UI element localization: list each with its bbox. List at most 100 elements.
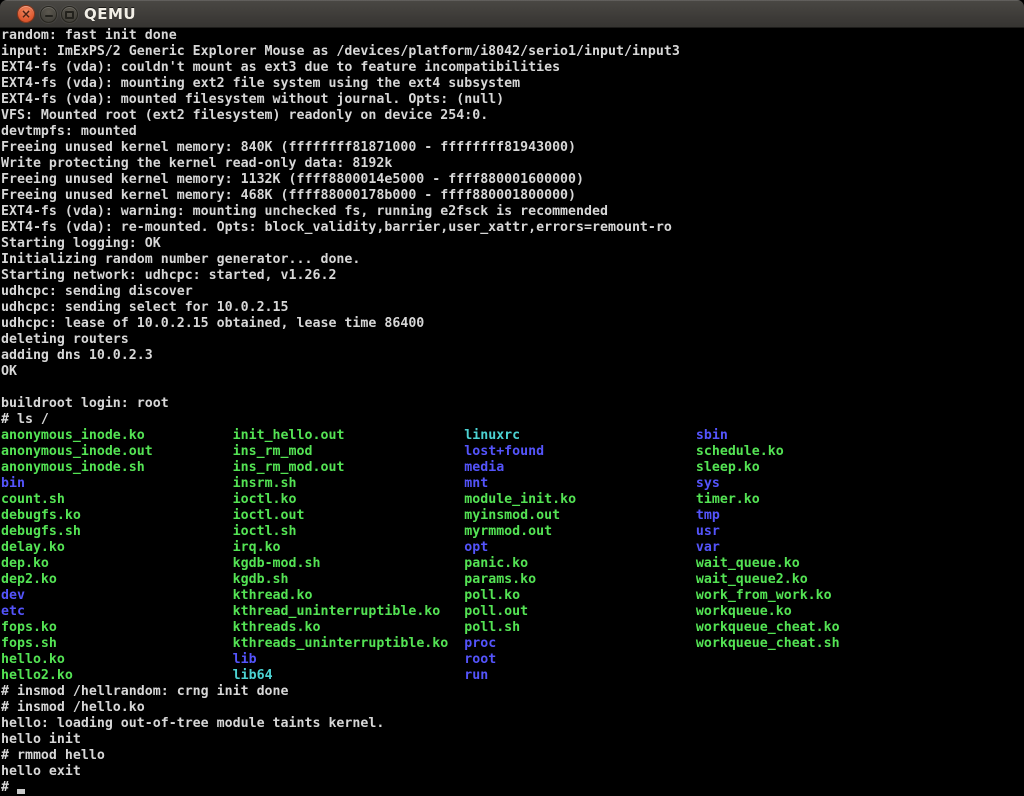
ls-row: fops.ko kthreads.ko poll.sh workqueue_ch… (1, 620, 1024, 636)
file-entry: schedule.ko (696, 444, 784, 459)
terminal-line: EXT4-fs (vda): couldn't mount as ext3 du… (1, 60, 1024, 76)
terminal-line: EXT4-fs (vda): re-mounted. Opts: block_v… (1, 220, 1024, 236)
terminal-line: udhcpc: lease of 10.0.2.15 obtained, lea… (1, 316, 1024, 332)
file-entry: count.sh (1, 492, 65, 507)
file-entry: params.ko (464, 572, 536, 587)
terminal-line: buildroot login: root (1, 396, 1024, 412)
file-entry: sleep.ko (696, 460, 760, 475)
file-entry: debugfs.ko (1, 508, 81, 523)
file-entry: ioctl.ko (233, 492, 297, 507)
file-entry: root (464, 652, 496, 667)
ls-row: dev kthread.ko poll.ko work_from_work.ko (1, 588, 1024, 604)
file-entry: var (696, 540, 720, 555)
file-entry: workqueue_cheat.ko (696, 620, 840, 635)
terminal-line: udhcpc: sending discover (1, 284, 1024, 300)
close-icon: × (21, 8, 31, 20)
terminal-line: OK (1, 364, 1024, 380)
file-entry: panic.ko (464, 556, 528, 571)
minimize-button[interactable] (40, 6, 57, 23)
file-entry: init_hello.out (233, 428, 345, 443)
file-entry: module_init.ko (464, 492, 576, 507)
file-entry: ioctl.out (233, 508, 305, 523)
terminal-line: Starting logging: OK (1, 236, 1024, 252)
file-entry: myrmmod.out (464, 524, 552, 539)
file-entry: lost+found (464, 444, 544, 459)
file-entry: media (464, 460, 504, 475)
file-entry: fops.ko (1, 620, 57, 635)
ls-row: dep.ko kgdb-mod.sh panic.ko wait_queue.k… (1, 556, 1024, 572)
terminal-line: # rmmod hello (1, 748, 1024, 764)
terminal-line: EXT4-fs (vda): mounting ext2 file system… (1, 76, 1024, 92)
file-entry: anonymous_inode.ko (1, 428, 145, 443)
terminal-line: input: ImExPS/2 Generic Explorer Mouse a… (1, 44, 1024, 60)
terminal-line: Freeing unused kernel memory: 1132K (fff… (1, 172, 1024, 188)
file-entry: wait_queue.ko (696, 556, 800, 571)
file-entry: proc (464, 636, 496, 651)
file-entry: kthreads_uninterruptible.ko (233, 636, 449, 651)
terminal-line: hello exit (1, 764, 1024, 780)
file-entry: kthread_uninterruptible.ko (233, 604, 441, 619)
file-entry: fops.sh (1, 636, 57, 651)
file-entry: delay.ko (1, 540, 65, 555)
ls-row: anonymous_inode.sh ins_rm_mod.out media … (1, 460, 1024, 476)
ls-row: dep2.ko kgdb.sh params.ko wait_queue2.ko (1, 572, 1024, 588)
terminal-cursor (17, 789, 25, 794)
file-entry: mnt (464, 476, 488, 491)
maximize-button[interactable] (61, 6, 78, 23)
terminal-line: Initializing random number generator... … (1, 252, 1024, 268)
file-entry: ioctl.sh (233, 524, 297, 539)
file-entry: anonymous_inode.out (1, 444, 153, 459)
titlebar[interactable]: × QEMU (0, 0, 1024, 28)
file-entry: sbin (696, 428, 728, 443)
file-entry: tmp (696, 508, 720, 523)
file-entry: hello.ko (1, 652, 65, 667)
qemu-window: × QEMU random: fast init doneinput: ImEx… (0, 0, 1024, 796)
ls-row: anonymous_inode.out ins_rm_mod lost+foun… (1, 444, 1024, 460)
file-entry: work_from_work.ko (696, 588, 832, 603)
ls-row: debugfs.sh ioctl.sh myrmmod.out usr (1, 524, 1024, 540)
file-entry: workqueue.ko (696, 604, 792, 619)
file-entry: myinsmod.out (464, 508, 560, 523)
file-entry: kthread.ko (233, 588, 313, 603)
terminal-line: Freeing unused kernel memory: 468K (ffff… (1, 188, 1024, 204)
file-entry: kgdb.sh (233, 572, 289, 587)
ls-row: hello.ko lib root (1, 652, 1024, 668)
file-entry: insrm.sh (233, 476, 297, 491)
file-entry: debugfs.sh (1, 524, 81, 539)
terminal-line: # insmod /hellrandom: crng init done (1, 684, 1024, 700)
terminal-line: hello: loading out-of-tree module taints… (1, 716, 1024, 732)
window-title: QEMU (84, 0, 136, 28)
terminal-line: deleting routers (1, 332, 1024, 348)
file-entry: hello2.ko (1, 668, 73, 683)
file-entry: ins_rm_mod.out (233, 460, 345, 475)
terminal-line: # (1, 780, 1024, 796)
terminal[interactable]: random: fast init doneinput: ImExPS/2 Ge… (0, 28, 1024, 796)
terminal-line: random: fast init done (1, 28, 1024, 44)
file-entry: usr (696, 524, 720, 539)
ls-row: etc kthread_uninterruptible.ko poll.out … (1, 604, 1024, 620)
file-entry: linuxrc (464, 428, 520, 443)
terminal-line: EXT4-fs (vda): mounted filesystem withou… (1, 92, 1024, 108)
terminal-line (1, 380, 1024, 396)
terminal-line: Write protecting the kernel read-only da… (1, 156, 1024, 172)
ls-row: bin insrm.sh mnt sys (1, 476, 1024, 492)
terminal-line: Freeing unused kernel memory: 840K (ffff… (1, 140, 1024, 156)
ls-row: count.sh ioctl.ko module_init.ko timer.k… (1, 492, 1024, 508)
file-entry: workqueue_cheat.sh (696, 636, 840, 651)
ls-row: anonymous_inode.ko init_hello.out linuxr… (1, 428, 1024, 444)
file-entry: ins_rm_mod (233, 444, 313, 459)
file-entry: irq.ko (233, 540, 281, 555)
terminal-line: # ls / (1, 412, 1024, 428)
file-entry: kthreads.ko (233, 620, 321, 635)
file-entry: etc (1, 604, 25, 619)
ls-row: debugfs.ko ioctl.out myinsmod.out tmp (1, 508, 1024, 524)
file-entry: poll.ko (464, 588, 520, 603)
terminal-line: devtmpfs: mounted (1, 124, 1024, 140)
close-button[interactable]: × (17, 5, 35, 23)
file-entry: dev (1, 588, 25, 603)
terminal-line: adding dns 10.0.2.3 (1, 348, 1024, 364)
ls-row: delay.ko irq.ko opt var (1, 540, 1024, 556)
terminal-line: EXT4-fs (vda): warning: mounting uncheck… (1, 204, 1024, 220)
terminal-line: VFS: Mounted root (ext2 filesystem) read… (1, 108, 1024, 124)
file-entry: bin (1, 476, 25, 491)
